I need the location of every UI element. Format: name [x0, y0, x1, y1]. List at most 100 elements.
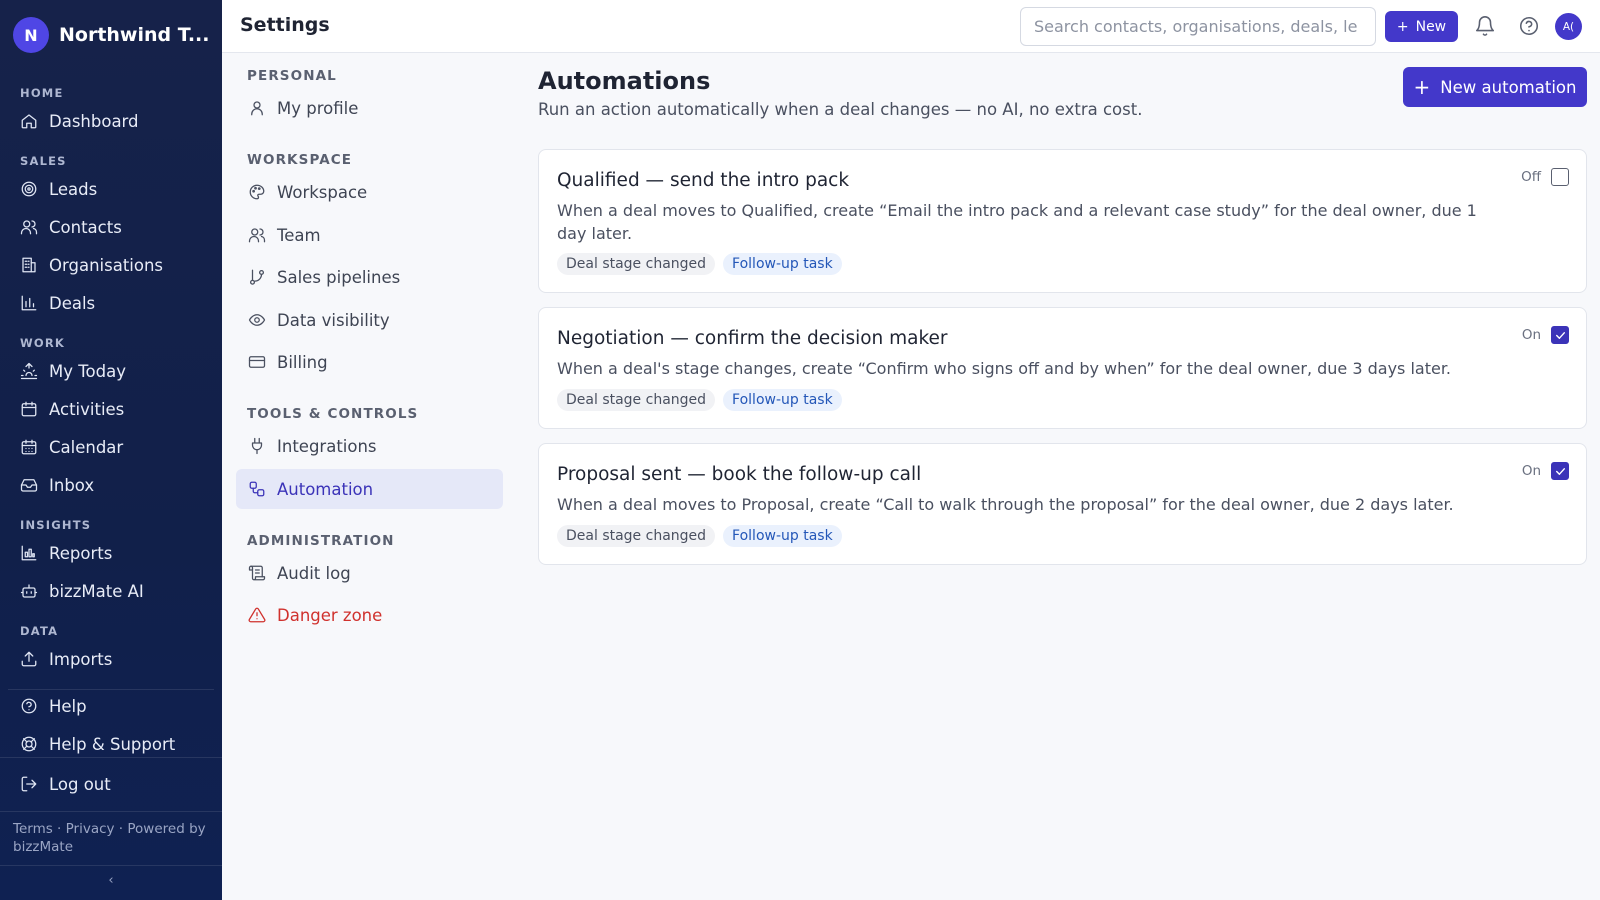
bot-icon [20, 584, 38, 598]
logout-icon [21, 776, 37, 792]
nav-section-home: HOME [20, 86, 64, 100]
workspace-name: Northwind T... [59, 24, 210, 46]
sidebar-item-label: Calendar [49, 437, 124, 457]
automations-subtitle: Run an action automatically when a deal … [538, 100, 1143, 119]
help-icon[interactable] [1518, 15, 1540, 37]
enabled-checkbox[interactable] [1551, 462, 1569, 480]
settings-item-label: Integrations [277, 436, 377, 456]
sidebar-item-imports[interactable]: Imports [20, 645, 112, 673]
new-automation-button[interactable]: + New automation [1403, 67, 1587, 107]
automation-card: Qualified — send the intro pack When a d… [538, 149, 1587, 293]
sidebar-item-inbox[interactable]: Inbox [20, 471, 94, 499]
new-button[interactable]: + New [1385, 11, 1458, 42]
automation-title: Qualified — send the intro pack [557, 170, 850, 191]
sidebar-item-calendar[interactable]: Calendar [20, 433, 123, 461]
check-icon [1555, 467, 1565, 475]
action-badge: Follow-up task [723, 525, 842, 547]
automation-tags: Deal stage changed Follow-up task [557, 389, 842, 411]
settings-section-administration: ADMINISTRATION [247, 533, 395, 549]
trigger-badge: Deal stage changed [557, 389, 716, 411]
sidebar-item-label: bizzMate AI [49, 581, 144, 601]
nav-section-sales: SALES [20, 154, 67, 168]
bar-chart-icon [21, 295, 37, 311]
user-icon [251, 101, 263, 116]
sidebar-item-dashboard[interactable]: Dashboard [20, 107, 139, 135]
settings-item-label: Automation [277, 479, 374, 499]
workspace-switcher[interactable]: N Northwind T... [13, 17, 209, 53]
toggle-status-label: On [1521, 463, 1541, 479]
settings-item-my-profile[interactable]: My profile [236, 88, 503, 128]
workspace-avatar: N [13, 17, 49, 53]
settings-nav: PERSONAL My profile WORKSPACE Workspace … [222, 53, 518, 900]
collapse-sidebar-button[interactable]: ‹ [103, 873, 119, 889]
git-branch-icon [249, 269, 265, 285]
plus-icon: + [1413, 75, 1431, 99]
settings-item-team[interactable]: Team [236, 215, 503, 255]
palette-icon [249, 184, 265, 200]
automation-toggle[interactable]: On [1522, 326, 1569, 344]
enabled-checkbox[interactable] [1551, 326, 1569, 344]
settings-item-automation[interactable]: Automation [236, 469, 503, 509]
toggle-status-label: On [1521, 327, 1541, 343]
settings-item-billing[interactable]: Billing [236, 342, 503, 382]
settings-item-audit-log[interactable]: Audit log [236, 553, 503, 593]
sidebar-footer-links[interactable]: Terms · Privacy · Powered by bizzMate [13, 820, 213, 856]
sidebar-item-label: Deals [49, 293, 96, 313]
sidebar-item-help[interactable]: Help [20, 692, 87, 720]
automation-toggle[interactable]: On [1522, 462, 1569, 480]
global-search-input[interactable] [1020, 7, 1376, 46]
sidebar-item-organisations[interactable]: Organisations [20, 251, 163, 279]
inbox-icon [20, 479, 38, 492]
automation-card: Negotiation — confirm the decision maker… [538, 307, 1587, 429]
automation-toggle[interactable]: Off [1521, 168, 1569, 186]
automation-description: When a deal moves to Proposal, create “C… [557, 495, 1454, 514]
warning-triangle-icon [248, 607, 266, 623]
sidebar-item-label: Leads [49, 179, 98, 199]
lifebuoy-icon [21, 736, 37, 752]
settings-item-label: Team [277, 225, 321, 245]
automation-card: Proposal sent — book the follow-up call … [538, 443, 1587, 565]
automations-title: Automations [538, 67, 711, 95]
settings-item-integrations[interactable]: Integrations [236, 426, 503, 466]
settings-item-sales-pipelines[interactable]: Sales pipelines [236, 257, 503, 297]
notifications-bell-icon[interactable] [1474, 15, 1496, 37]
sidebar-item-deals[interactable]: Deals [20, 289, 95, 317]
nav-section-work: WORK [20, 336, 66, 350]
plus-icon: + [1396, 18, 1409, 35]
sidebar-item-bizzmate-ai[interactable]: bizzMate AI [20, 577, 144, 605]
settings-item-label: Data visibility [277, 310, 390, 330]
settings-item-label: Danger zone [277, 605, 383, 625]
sidebar-item-label: Help & Support [49, 734, 176, 754]
sidebar-item-contacts[interactable]: Contacts [20, 213, 122, 241]
upload-icon [21, 651, 37, 667]
logout-button[interactable]: Log out [20, 770, 111, 798]
settings-item-workspace[interactable]: Workspace [236, 172, 503, 212]
sidebar-item-leads[interactable]: Leads [20, 175, 97, 203]
sidebar-item-label: Activities [49, 399, 125, 419]
automation-description: When a deal moves to Qualified, create “… [557, 201, 1477, 243]
settings-section-workspace: WORKSPACE [247, 152, 353, 168]
reports-icon [21, 545, 37, 561]
sidebar-item-activities[interactable]: Activities [20, 395, 124, 423]
automation-title: Proposal sent — book the follow-up call [557, 464, 922, 485]
sunrise-icon [20, 362, 38, 380]
automation-title: Negotiation — confirm the decision maker [557, 328, 948, 349]
plug-icon [251, 437, 263, 455]
sidebar-item-label: Imports [49, 649, 113, 669]
action-badge: Follow-up task [723, 389, 842, 411]
sidebar-item-help-support[interactable]: Help & Support [20, 730, 175, 758]
settings-item-label: Billing [277, 352, 328, 372]
nav-section-data: DATA [20, 624, 59, 638]
sidebar-item-reports[interactable]: Reports [20, 539, 112, 567]
settings-item-data-visibility[interactable]: Data visibility [236, 300, 503, 340]
sidebar-divider [0, 811, 222, 812]
workflow-icon [249, 481, 265, 497]
enabled-checkbox[interactable] [1551, 168, 1569, 186]
calendar-icon [21, 401, 37, 417]
settings-item-danger-zone[interactable]: Danger zone [236, 595, 503, 635]
user-avatar[interactable]: A( [1555, 13, 1582, 40]
building-icon [22, 257, 36, 273]
settings-section-personal: PERSONAL [247, 68, 337, 84]
sidebar-item-my-today[interactable]: My Today [20, 357, 126, 385]
automation-description: When a deal's stage changes, create “Con… [557, 359, 1452, 378]
